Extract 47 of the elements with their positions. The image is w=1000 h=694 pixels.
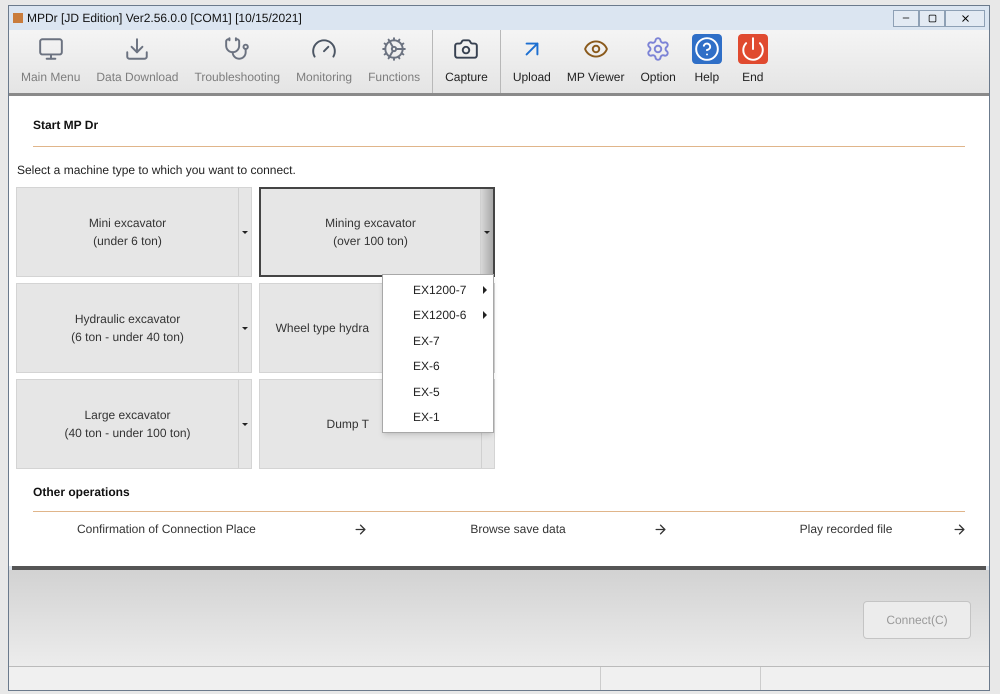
machine-button[interactable]: Large excavator (40 ton - under 100 ton): [16, 379, 252, 469]
machine-name: Wheel type hydra: [276, 320, 369, 337]
caret-icon: [484, 230, 490, 234]
toolbar-button[interactable]: End: [730, 30, 776, 90]
arrow-right-icon: [353, 522, 368, 536]
arrow-right-icon: [952, 522, 967, 536]
submenu-arrow-icon: [483, 311, 487, 320]
maximize-icon: [928, 14, 936, 22]
toolbar-button[interactable]: MP Viewer: [558, 30, 632, 90]
menu-item[interactable]: EX-1: [383, 404, 493, 430]
operation-link[interactable]: Play recorded file: [668, 520, 967, 538]
caret-icon: [242, 422, 248, 426]
machine-weight: (under 6 ton): [93, 233, 162, 250]
machine-weight: (6 ton - under 40 ton): [71, 329, 184, 346]
machine-name: Mining excavator: [325, 215, 416, 232]
machine-name: Mini excavator: [88, 215, 166, 232]
close-icon: [960, 12, 970, 24]
arrow-right-icon: [652, 522, 668, 536]
machine-name: Large excavator: [84, 407, 171, 424]
machine-button[interactable]: Mini excavator (under 6 ton): [16, 187, 252, 277]
toolbar-button[interactable]: Capture: [437, 30, 496, 90]
window-title: MPDr [JD Edition] Ver2.56.0.0 [COM1] [10/15/2021]: [27, 10, 302, 27]
section-title: Other operations: [33, 484, 131, 501]
close-button[interactable]: [945, 10, 985, 26]
machine-button[interactable]: Hydraulic excavator (6 ton - under 40 ton): [16, 283, 252, 373]
operation-link[interactable]: Browse save data: [368, 520, 668, 538]
submenu-arrow-icon: [483, 286, 487, 294]
operation-link[interactable]: Confirmation of Connection Place: [69, 520, 368, 538]
maximize-button[interactable]: [919, 10, 945, 26]
help-icon: [692, 34, 722, 64]
toolbar-button[interactable]: Upload: [504, 30, 559, 90]
machine-weight: (40 ton - under 100 ton): [64, 425, 191, 442]
power-icon: [738, 34, 768, 64]
machine-name: Hydraulic excavator: [74, 311, 180, 328]
app-icon: [13, 13, 23, 23]
toolbar-button[interactable]: Help: [684, 30, 730, 90]
caret-icon: [242, 230, 248, 234]
menu-item[interactable]: EX-7: [383, 328, 493, 354]
instruction-text: Select a machine type to which you want to connect.: [16, 162, 297, 179]
toolbar-button[interactable]: Option: [632, 30, 684, 90]
machine-name: Dump T: [326, 416, 369, 433]
machine-button[interactable]: Mining excavator (over 100 ton): [259, 187, 495, 277]
caret-icon: [242, 326, 248, 330]
menu-item[interactable]: EX-5: [383, 379, 493, 404]
machine-weight: (over 100 ton): [333, 233, 408, 250]
section-title: Start MP Dr: [33, 117, 100, 134]
menu-item[interactable]: EX1200-6: [383, 302, 493, 328]
